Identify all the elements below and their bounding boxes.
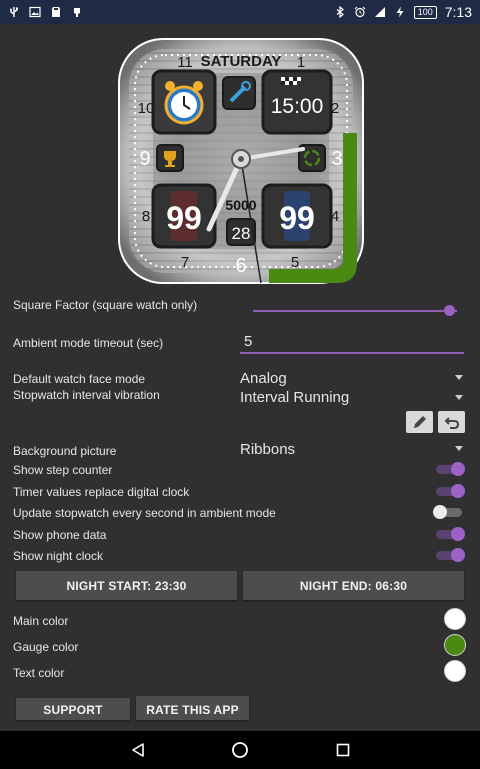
ambient-timeout-underline [240,352,464,354]
night-end-button[interactable]: NIGHT END: 06:30 [243,571,464,600]
update-stopwatch-label: Update stopwatch every second in ambient… [13,506,276,520]
ambient-timeout-label: Ambient mode timeout (sec) [13,336,164,350]
dial-number: 6 [235,255,246,277]
edit-button[interactable] [406,411,433,433]
square-factor-label: Square Factor (square watch only) [13,298,198,312]
step-count: 5000 [225,197,256,213]
left-value: 99 [166,200,202,236]
timer-values-label: Timer values replace digital clock [13,485,190,499]
dial-number: 7 [181,254,189,271]
dial-number: 11 [177,54,193,71]
status-clock: 7:13 [444,4,472,20]
square-factor-slider-thumb[interactable] [443,305,455,316]
back-icon[interactable] [130,742,146,758]
background-select[interactable]: Ribbons [240,441,295,458]
image-icon [29,6,41,18]
undo-icon [444,417,459,429]
app-screen: 100 7:13 15:00 SATURDAY 99 99 5000 28 11… [0,0,480,769]
square-factor-slider-track[interactable] [253,310,457,312]
dial-number: 1 [297,54,305,71]
chevron-down-icon[interactable] [455,446,463,451]
watch-face-preview[interactable]: 15:00 SATURDAY 99 99 5000 28 11 1 2 3 4 … [113,33,369,289]
chevron-down-icon[interactable] [455,395,463,400]
stopwatch-vibration-label: Stopwatch interval vibration [13,388,160,402]
signal-icon [374,6,386,18]
night-start-button[interactable]: NIGHT START: 23:30 [16,571,237,600]
show-night-clock-toggle[interactable] [433,548,465,562]
pencil-icon [413,416,426,428]
battery-icon: 100 [413,5,437,19]
home-icon[interactable] [231,741,249,759]
text-color-swatch[interactable] [444,660,466,682]
stopwatch-vibration-select[interactable]: Interval Running [240,389,349,406]
date-value: 28 [232,224,251,243]
dial-number: 5 [291,254,299,271]
undo-button[interactable] [438,411,465,433]
background-label: Background picture [13,444,117,458]
notification-icon [71,6,83,18]
dial-number: 8 [142,208,150,225]
default-mode-select[interactable]: Analog [240,370,287,387]
update-stopwatch-toggle[interactable] [433,505,465,519]
right-value: 99 [279,200,315,236]
text-color-label: Text color [13,666,65,680]
show-step-counter-toggle[interactable] [433,462,465,476]
charging-icon [394,6,406,18]
support-button[interactable]: SUPPORT [16,698,130,720]
dial-number: 3 [331,148,342,170]
dial-number: 2 [331,100,339,117]
show-phone-data-toggle[interactable] [433,527,465,541]
usb-icon [8,6,20,18]
show-night-clock-label: Show night clock [13,549,104,563]
ambient-timeout-input[interactable]: 5 [244,333,252,350]
default-mode-label: Default watch face mode [13,372,146,386]
gauge-color-swatch[interactable] [444,634,466,656]
chevron-down-icon[interactable] [455,375,463,380]
storage-icon [50,6,62,18]
gauge-color-label: Gauge color [13,640,79,654]
status-bar: 100 7:13 [0,0,480,24]
recents-icon[interactable] [336,743,350,757]
timer-values-toggle[interactable] [433,484,465,498]
rate-app-button[interactable]: RATE THIS APP [136,696,249,720]
show-step-counter-label: Show step counter [13,463,113,477]
bluetooth-icon [334,5,346,19]
alarm-clock-icon [164,81,204,125]
dial-number: 4 [331,208,339,225]
show-phone-data-label: Show phone data [13,528,107,542]
main-color-swatch[interactable] [444,608,466,630]
navigation-bar [0,731,480,769]
alarm-icon [354,6,366,18]
watch-day: SATURDAY [201,53,282,70]
digital-time: 15:00 [271,95,324,118]
dial-number: 9 [139,148,150,170]
main-color-label: Main color [13,614,69,628]
dial-number: 10 [138,100,155,117]
